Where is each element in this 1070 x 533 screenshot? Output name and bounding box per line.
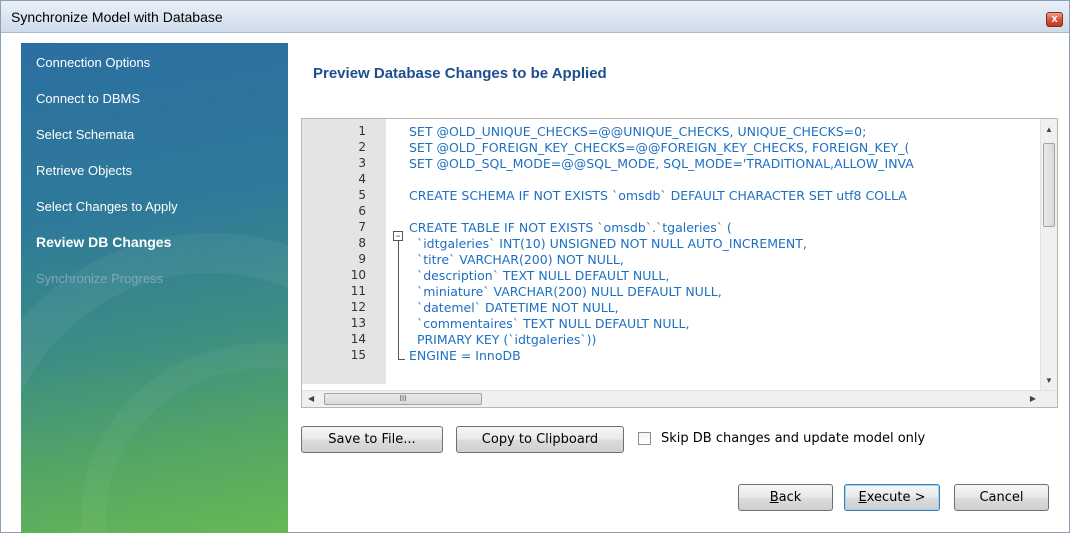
execute-mnemonic: E [858, 490, 867, 505]
line-number: 4 [358, 172, 366, 186]
code-line: `idtgaleries` INT(10) UNSIGNED NOT NULL … [409, 236, 807, 251]
line-number: 8 [358, 236, 366, 250]
horizontal-scrollbar[interactable]: ◀ III ▶ [302, 390, 1057, 407]
line-number: 12 [350, 300, 366, 314]
step-review-db-changes: Review DB Changes [36, 234, 172, 250]
back-mnemonic: B [769, 490, 779, 505]
save-to-file-button[interactable]: Save to File... [301, 426, 443, 453]
code-line: ENGINE = InnoDB [409, 348, 521, 363]
code-line: `miniature` VARCHAR(200) NULL DEFAULT NU… [409, 284, 722, 299]
scroll-left-arrow-icon[interactable]: ◀ [308, 394, 314, 403]
line-number: 5 [358, 188, 366, 202]
line-number: 9 [358, 252, 366, 266]
step-connect-to-dbms: Connect to DBMS [36, 91, 141, 106]
wizard-steps-sidebar: Connection Options Connect to DBMS Selec… [21, 43, 288, 533]
code-line: SET @OLD_FOREIGN_KEY_CHECKS=@@FOREIGN_KE… [409, 140, 910, 155]
close-button[interactable]: x [1046, 12, 1063, 27]
step-synchronize-progress: Synchronize Progress [36, 271, 164, 286]
code-line: `datemel` DATETIME NOT NULL, [409, 300, 619, 315]
step-retrieve-objects: Retrieve Objects [36, 163, 133, 178]
line-number: 15 [350, 348, 366, 362]
code-line: CREATE SCHEMA IF NOT EXISTS `omsdb` DEFA… [409, 188, 907, 203]
line-number: 11 [350, 284, 366, 298]
line-number: 10 [350, 268, 366, 282]
horizontal-scroll-thumb[interactable]: III [324, 393, 482, 405]
line-number: 14 [350, 332, 366, 346]
line-number: 6 [358, 204, 366, 218]
code-line: PRIMARY KEY (`idtgaleries`)) [409, 332, 597, 347]
code-line: SET @OLD_SQL_MODE=@@SQL_MODE, SQL_MODE='… [409, 156, 914, 171]
line-number: 7 [358, 220, 366, 234]
scroll-up-arrow-icon[interactable]: ▲ [1045, 125, 1053, 134]
code-line: `description` TEXT NULL DEFAULT NULL, [409, 268, 670, 283]
line-number: 2 [358, 140, 366, 154]
code-line: `titre` VARCHAR(200) NOT NULL, [409, 252, 624, 267]
step-connection-options: Connection Options [36, 55, 151, 70]
cancel-button[interactable]: Cancel [954, 484, 1049, 511]
line-number: 3 [358, 156, 366, 170]
vertical-scrollbar[interactable]: ▲ ▼ [1040, 119, 1057, 391]
line-number: 13 [350, 316, 366, 330]
vertical-scroll-thumb[interactable] [1043, 143, 1055, 227]
execute-button[interactable]: Execute > [844, 484, 940, 511]
code-line: CREATE TABLE IF NOT EXISTS `omsdb`.`tgal… [409, 220, 732, 235]
back-label: ack [778, 490, 802, 505]
step-select-schemata: Select Schemata [36, 127, 135, 142]
code-line: SET @OLD_UNIQUE_CHECKS=@@UNIQUE_CHECKS, … [409, 124, 867, 139]
back-button[interactable]: Back [738, 484, 833, 511]
scroll-right-arrow-icon[interactable]: ▶ [1030, 394, 1036, 403]
page-title: Preview Database Changes to be Applied [313, 65, 607, 82]
window-title: Synchronize Model with Database [11, 9, 223, 25]
code-line: `commentaires` TEXT NULL DEFAULT NULL, [409, 316, 690, 331]
scroll-down-arrow-icon[interactable]: ▼ [1045, 376, 1053, 385]
line-number: 1 [358, 124, 366, 138]
sql-preview-editor[interactable]: 1 2 3 4 5 6 7 8 9 10 11 12 13 14 15 − SE… [301, 118, 1058, 408]
step-select-changes: Select Changes to Apply [36, 199, 178, 214]
skip-db-changes-checkbox[interactable] [638, 432, 651, 445]
title-bar: Synchronize Model with Database x [1, 1, 1069, 33]
skip-db-changes-label[interactable]: Skip DB changes and update model only [661, 431, 925, 446]
execute-label: xecute > [866, 490, 926, 505]
fold-guide-line [398, 241, 399, 359]
fold-guide-end [398, 359, 405, 360]
fold-collapse-icon[interactable]: − [393, 231, 403, 241]
copy-to-clipboard-button[interactable]: Copy to Clipboard [456, 426, 624, 453]
sync-dialog-window: Synchronize Model with Database x Connec… [0, 0, 1070, 533]
